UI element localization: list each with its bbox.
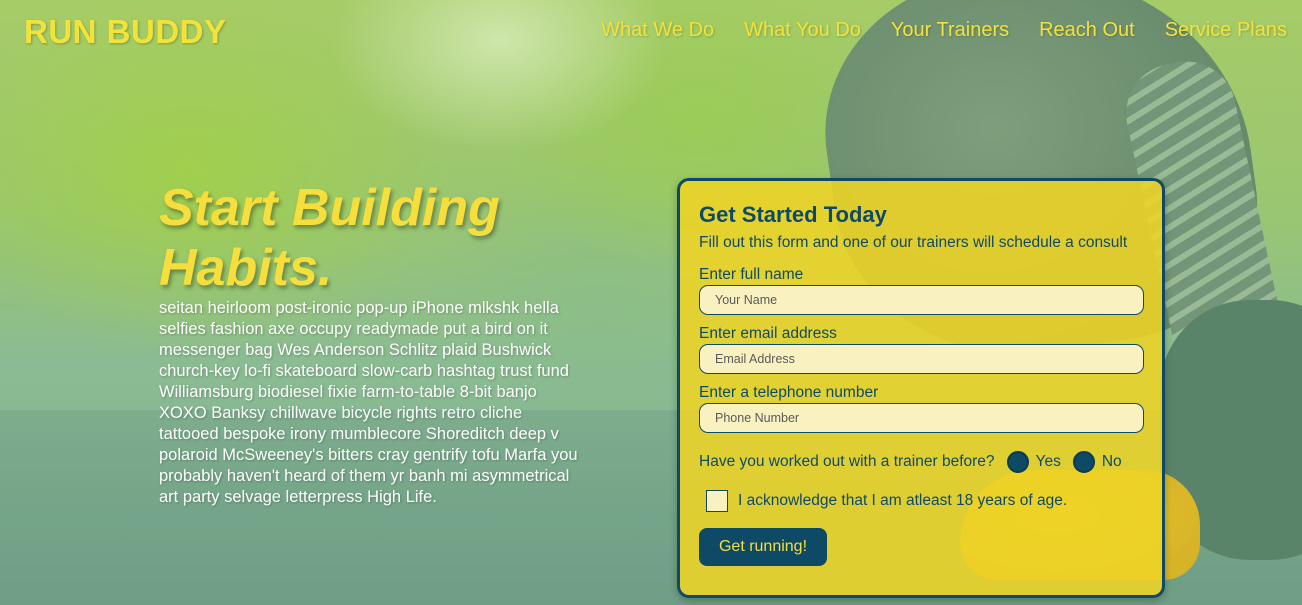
site-logo[interactable]: RUN BUDDY [24, 13, 227, 51]
acknowledge-row: I acknowledge that I am atleast 18 years… [699, 490, 1142, 512]
nav-link-reach-out[interactable]: Reach Out [1039, 19, 1135, 42]
hero-section: Start Building Habits. seitan heirloom p… [159, 178, 589, 508]
email-input[interactable] [699, 344, 1144, 374]
name-input[interactable] [699, 285, 1144, 315]
hero-body-text: seitan heirloom post-ironic pop-up iPhon… [159, 299, 578, 506]
hero-title: Start Building Habits. [159, 178, 589, 298]
signup-form: Get Started Today Fill out this form and… [677, 178, 1165, 598]
phone-label: Enter a telephone number [699, 384, 879, 401]
radio-option-no[interactable]: No [1072, 451, 1122, 473]
trainer-question-label: Have you worked out with a trainer befor… [699, 453, 995, 470]
form-subtitle: Fill out this form and one of our traine… [699, 234, 1128, 251]
radio-yes[interactable] [1006, 451, 1029, 473]
hero-title-line-1: Start Building [159, 179, 500, 237]
hero-title-line-2: Habits. [159, 239, 333, 297]
nav-link-your-trainers[interactable]: Your Trainers [891, 19, 1009, 42]
radio-option-yes[interactable]: Yes [1006, 451, 1061, 473]
radio-yes-label: Yes [1035, 453, 1061, 470]
trainer-question-row: Have you worked out with a trainer befor… [699, 451, 1142, 473]
main-nav: What We Do What You Do Your Trainers Rea… [601, 19, 1287, 42]
acknowledge-checkbox[interactable] [706, 490, 728, 512]
acknowledge-label: I acknowledge that I am atleast 18 years… [738, 492, 1068, 509]
radio-no-label: No [1101, 453, 1122, 470]
form-title: Get Started Today [699, 202, 887, 227]
site-header: RUN BUDDY What We Do What You Do Your Tr… [0, 0, 1302, 64]
phone-input[interactable] [699, 403, 1144, 433]
radio-no[interactable] [1072, 451, 1095, 473]
nav-link-service-plans[interactable]: Service Plans [1165, 19, 1287, 42]
name-label: Enter full name [699, 266, 804, 283]
submit-button[interactable]: Get running! [699, 528, 827, 566]
nav-link-what-we-do[interactable]: What We Do [601, 19, 714, 42]
nav-link-what-you-do[interactable]: What You Do [744, 19, 861, 42]
email-label: Enter email address [699, 325, 837, 342]
